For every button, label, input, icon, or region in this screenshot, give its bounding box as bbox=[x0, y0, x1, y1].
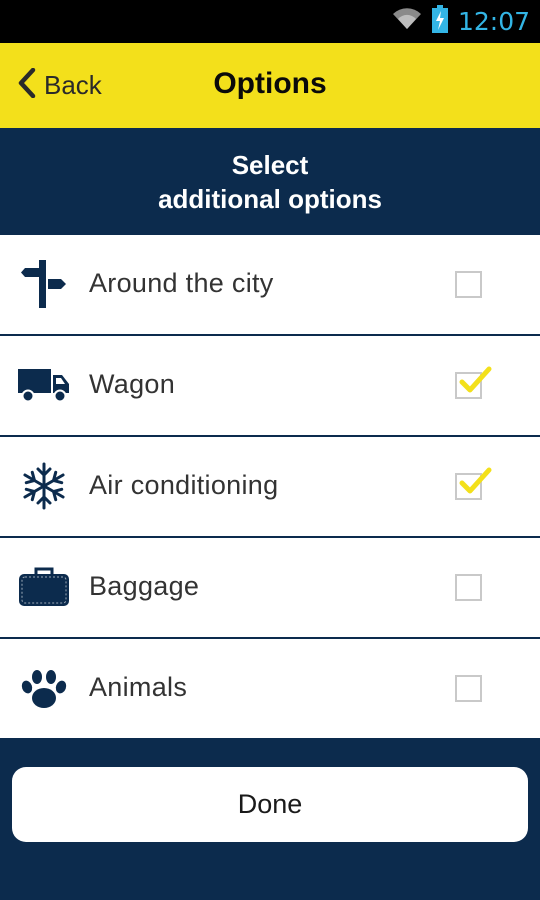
option-checkbox[interactable] bbox=[455, 574, 482, 601]
wifi-icon bbox=[392, 7, 422, 36]
option-label: Around the city bbox=[89, 268, 274, 298]
option-animals[interactable]: Animals bbox=[0, 639, 540, 740]
option-label: Wagon bbox=[89, 369, 176, 399]
battery-charging-icon bbox=[431, 5, 448, 38]
option-label: Baggage bbox=[89, 571, 200, 601]
option-wagon[interactable]: Wagon bbox=[0, 336, 540, 437]
suitcase-icon bbox=[18, 563, 70, 611]
done-button[interactable]: Done bbox=[12, 767, 528, 842]
snowflake-icon bbox=[18, 462, 70, 510]
option-checkbox[interactable] bbox=[455, 675, 482, 702]
status-time: 12:07 bbox=[457, 7, 530, 36]
status-icons: 12:07 bbox=[392, 0, 530, 43]
signpost-icon bbox=[18, 260, 70, 308]
option-air-conditioning[interactable]: Air conditioning bbox=[0, 437, 540, 538]
section-header-line2: additional options bbox=[158, 184, 382, 214]
paw-icon bbox=[18, 664, 70, 712]
truck-icon bbox=[18, 361, 70, 409]
status-bar: 12:07 bbox=[0, 0, 540, 43]
page-title: Options bbox=[213, 67, 327, 100]
option-checkbox[interactable] bbox=[455, 366, 492, 399]
option-around-the-city[interactable]: Around the city bbox=[0, 235, 540, 336]
option-label: Air conditioning bbox=[89, 470, 279, 500]
option-checkbox[interactable] bbox=[455, 271, 482, 298]
option-checkbox[interactable] bbox=[455, 467, 492, 500]
option-label: Animals bbox=[89, 672, 188, 702]
checkmark-icon bbox=[459, 467, 492, 494]
section-header-line1: Select bbox=[231, 150, 309, 180]
app-bar: Back Options bbox=[0, 43, 540, 128]
option-baggage[interactable]: Baggage bbox=[0, 538, 540, 639]
options-list: Around the city Wagon Air conditioning B… bbox=[0, 235, 540, 740]
checkmark-icon bbox=[459, 366, 492, 393]
section-header: Select additional options bbox=[0, 128, 540, 234]
